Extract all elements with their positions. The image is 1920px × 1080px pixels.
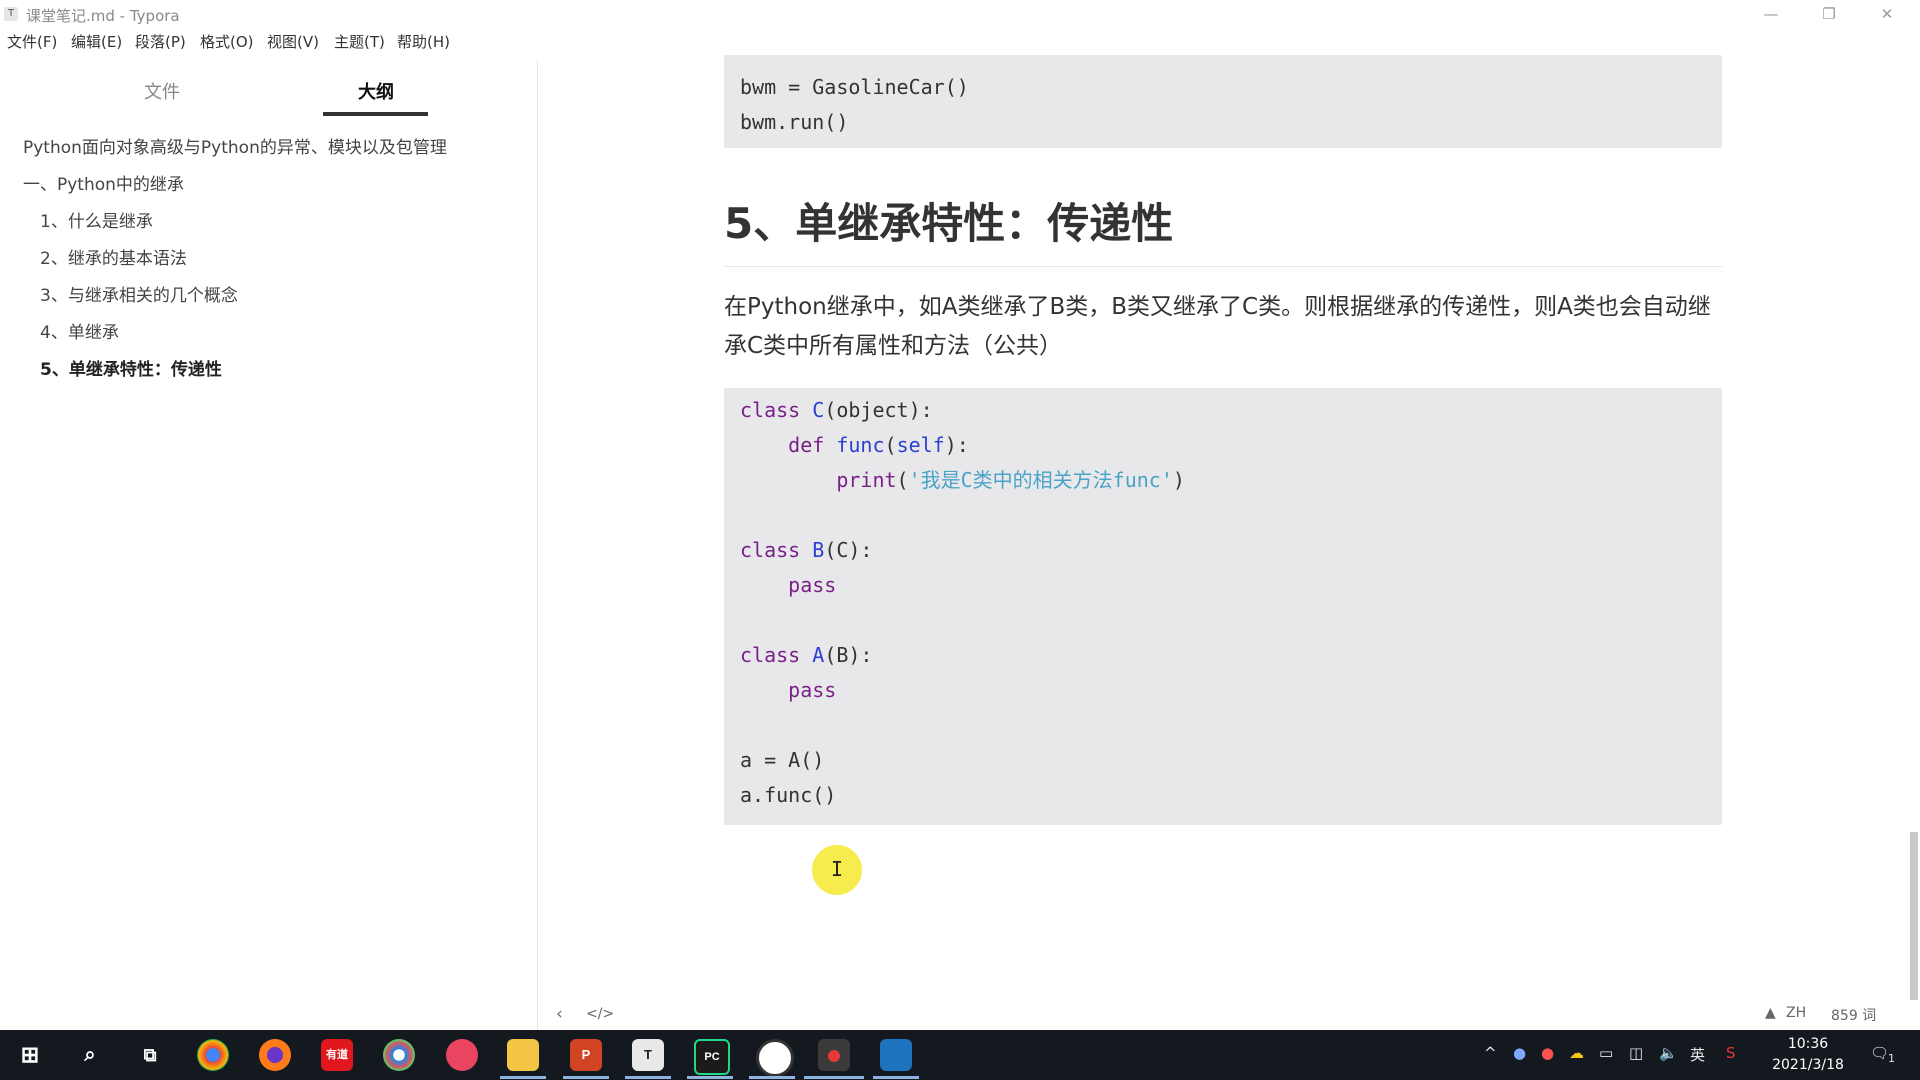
code-line: print('我是C类中的相关方法func') [836,468,1185,492]
notification-icon[interactable]: 🗨 [1870,1044,1889,1062]
running-indicator [625,1076,671,1079]
code-line: bwm.run() [740,110,849,134]
menu-view[interactable]: 视图(V) [267,31,319,52]
heading-divider [724,266,1722,267]
code-line: class C(object): [740,398,933,422]
menu-edit[interactable]: 编辑(E) [71,31,122,52]
restore-button[interactable]: ❐ [1800,0,1858,28]
outline-item[interactable]: 2、继承的基本语法 [40,244,187,269]
running-indicator [873,1076,919,1079]
outline-item[interactable]: 一、Python中的继承 [23,170,184,195]
running-indicator-active [804,1076,864,1079]
code-line: a = A() [740,748,825,772]
code-line: class A(B): [740,643,873,667]
minimize-button[interactable]: — [1742,0,1800,28]
body-paragraph: 在Python继承中，如A类继承了B类，B类又继承了C类。则根据继承的传递性，则… [724,294,1711,359]
menu-format[interactable]: 格式(O) [200,31,254,52]
outline-item[interactable]: Python面向对象高级与Python的异常、模块以及包管理 [23,133,447,158]
warning-icon[interactable]: ▲ [1765,1005,1776,1021]
menu-theme[interactable]: 主题(T) [334,31,385,52]
tab-outline[interactable]: 大纲 [321,78,431,104]
toggle-sidebar-icon[interactable]: ‹ [556,1004,563,1024]
word-count[interactable]: 859 词 [1831,1005,1876,1025]
section-heading: 5、单继承特性：传递性 [724,199,1174,248]
code-line: def func(self): [788,433,969,457]
menu-help[interactable]: 帮助(H) [397,31,450,52]
tray-expand-icon[interactable]: ^ [1484,1044,1497,1062]
outline-item[interactable]: 1、什么是继承 [40,207,153,232]
ime-indicator[interactable]: 英 [1690,1044,1705,1065]
outline-item-active[interactable]: 5、单继承特性：传递性 [40,355,222,380]
running-indicator [500,1076,546,1079]
status-bar: ‹ </> ▲ ZH 859 词 [538,1000,1920,1030]
file-explorer-icon[interactable] [507,1039,539,1071]
code-line: pass [788,678,837,702]
close-button[interactable]: ✕ [1858,0,1916,28]
code-line: a.func() [740,783,837,807]
outline-item[interactable]: 3、与继承相关的几个概念 [40,281,238,306]
menu-paragraph[interactable]: 段落(P) [135,31,186,52]
code-block-main[interactable]: class C(object): def func(self): print('… [724,388,1722,825]
clock-time: 10:36 [1787,1036,1829,1052]
code-line: pass [788,573,837,597]
running-indicator [687,1076,733,1079]
pycharm-icon[interactable]: PC [694,1039,730,1075]
system-clock[interactable]: 10:36 2021/3/18 [1760,1034,1856,1076]
youdao-icon[interactable]: 有道 [321,1039,353,1071]
text-cursor-icon: I [831,857,844,881]
code-line: class B(C): [740,538,873,562]
powerpoint-icon[interactable]: P [570,1039,602,1071]
notification-count: 1 [1888,1052,1895,1065]
language-indicator[interactable]: ZH [1786,1005,1806,1021]
code-line: bwm = GasolineCar() [740,75,969,99]
code-block-top[interactable]: bwm = GasolineCar() bwm.run() [724,55,1722,148]
search-icon[interactable]: ⌕ [74,1039,106,1071]
outline-item[interactable]: 4、单继承 [40,318,119,343]
tray-record-icon[interactable]: ● [1541,1044,1554,1062]
tray-app-icon[interactable]: ● [1513,1044,1526,1062]
recorder-icon[interactable] [818,1039,850,1071]
start-icon[interactable]: ⊞ [14,1039,46,1071]
taskbar: ⊞ ⌕ ⧉ 有道 P T PC ^ ● ● ☁ ▭ ◫ 🔈 英 S 10:36 … [0,1030,1920,1080]
running-indicator [563,1076,609,1079]
tray-cloud-icon[interactable]: ☁ [1569,1044,1584,1062]
window-title: 课堂笔记.md - Typora [26,7,180,25]
sidebar: 文件 大纲 Python面向对象高级与Python的异常、模块以及包管理 一、P… [0,60,538,1030]
network-icon[interactable]: ◫ [1629,1044,1643,1062]
active-tab-indicator [323,112,428,116]
screen-recorder-icon[interactable] [446,1039,478,1071]
chromium-icon[interactable] [383,1039,415,1071]
obs-icon[interactable] [756,1039,794,1077]
source-code-mode-icon[interactable]: </> [586,1006,614,1022]
chrome-icon[interactable] [197,1039,229,1071]
task-view-icon[interactable]: ⧉ [134,1039,166,1071]
battery-icon[interactable]: ▭ [1599,1044,1613,1062]
running-indicator [749,1076,795,1079]
typora-app-icon: T [4,7,18,21]
sogou-icon[interactable]: S [1726,1044,1736,1062]
typora-icon[interactable]: T [632,1039,664,1071]
editor-area[interactable]: bwm = GasolineCar() bwm.run() 5、单继承特性：传递… [538,55,1904,1030]
volume-icon[interactable]: 🔈 [1659,1044,1678,1062]
clock-date: 2021/3/18 [1772,1057,1844,1073]
vscode-icon[interactable] [880,1039,912,1071]
menu-file[interactable]: 文件(F) [7,31,57,52]
tab-files[interactable]: 文件 [107,78,217,104]
title-bar: T 课堂笔记.md - Typora — ❐ ✕ [0,0,1920,28]
firefox-icon[interactable] [259,1039,291,1071]
